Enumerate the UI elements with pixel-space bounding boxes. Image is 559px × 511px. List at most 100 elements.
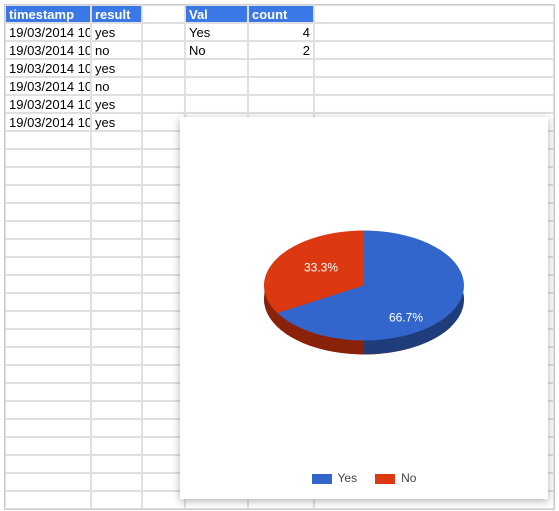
cell-result[interactable]: no [91,41,142,59]
empty-cell[interactable] [91,347,142,365]
cell-timestamp[interactable]: 19/03/2014 10: [5,59,91,77]
empty-cell[interactable] [5,185,91,203]
cell-val[interactable]: No [185,41,248,59]
empty-cell[interactable] [142,437,185,455]
empty-cell[interactable] [91,329,142,347]
empty-cell[interactable] [142,383,185,401]
cell-timestamp[interactable]: 19/03/2014 10: [5,23,91,41]
empty-cell[interactable] [5,239,91,257]
empty-cell[interactable] [314,59,554,77]
empty-cell[interactable] [142,329,185,347]
empty-cell[interactable] [142,77,185,95]
empty-cell[interactable] [142,203,185,221]
empty-cell[interactable] [142,455,185,473]
empty-cell[interactable] [142,149,185,167]
empty-cell[interactable] [91,167,142,185]
empty-cell[interactable] [5,365,91,383]
empty-cell[interactable] [91,203,142,221]
empty-cell[interactable] [91,239,142,257]
empty-cell[interactable] [314,95,554,113]
cell-result[interactable]: yes [91,23,142,41]
empty-cell[interactable] [91,401,142,419]
empty-cell[interactable] [248,77,314,95]
empty-cell[interactable] [5,401,91,419]
empty-cell[interactable] [142,221,185,239]
empty-cell[interactable] [5,329,91,347]
cell-val[interactable]: Yes [185,23,248,41]
empty-cell[interactable] [185,77,248,95]
empty-cell[interactable] [248,59,314,77]
cell-timestamp[interactable]: 19/03/2014 10: [5,41,91,59]
empty-cell[interactable] [142,293,185,311]
cell-count[interactable]: 4 [248,23,314,41]
empty-cell[interactable] [91,185,142,203]
empty-cell[interactable] [5,293,91,311]
empty-cell[interactable] [142,41,185,59]
cell-result[interactable]: no [91,77,142,95]
empty-cell[interactable] [91,383,142,401]
empty-cell[interactable] [142,311,185,329]
empty-cell[interactable] [142,131,185,149]
empty-cell[interactable] [5,455,91,473]
empty-cell[interactable] [5,437,91,455]
empty-cell[interactable] [142,239,185,257]
empty-cell[interactable] [91,437,142,455]
empty-cell[interactable] [185,59,248,77]
cell-result[interactable]: yes [91,95,142,113]
empty-cell[interactable] [91,455,142,473]
empty-cell[interactable] [91,131,142,149]
empty-cell[interactable] [91,311,142,329]
cell-result[interactable]: yes [91,59,142,77]
col-header-timestamp[interactable]: timestamp [5,5,91,23]
empty-cell[interactable] [5,149,91,167]
empty-cell[interactable] [142,95,185,113]
empty-cell[interactable] [5,203,91,221]
empty-cell[interactable] [91,221,142,239]
empty-cell[interactable] [142,491,185,509]
empty-cell[interactable] [5,131,91,149]
empty-cell[interactable] [142,167,185,185]
empty-cell[interactable] [91,365,142,383]
empty-cell[interactable] [142,23,185,41]
col-header-result[interactable]: result [91,5,142,23]
col-header-val[interactable]: Val [185,5,248,23]
empty-cell[interactable] [314,5,554,23]
empty-cell[interactable] [5,311,91,329]
empty-cell[interactable] [5,221,91,239]
empty-cell[interactable] [142,5,185,23]
empty-cell[interactable] [142,257,185,275]
empty-cell[interactable] [5,473,91,491]
empty-cell[interactable] [5,491,91,509]
cell-result[interactable]: yes [91,113,142,131]
empty-cell[interactable] [5,257,91,275]
empty-cell[interactable] [314,41,554,59]
empty-cell[interactable] [142,401,185,419]
cell-timestamp[interactable]: 19/03/2014 10: [5,113,91,131]
empty-cell[interactable] [142,275,185,293]
empty-cell[interactable] [91,257,142,275]
empty-cell[interactable] [91,473,142,491]
cell-timestamp[interactable]: 19/03/2014 10: [5,95,91,113]
empty-cell[interactable] [142,473,185,491]
empty-cell[interactable] [5,383,91,401]
cell-timestamp[interactable]: 19/03/2014 10: [5,77,91,95]
empty-cell[interactable] [91,491,142,509]
empty-cell[interactable] [91,149,142,167]
empty-cell[interactable] [314,23,554,41]
empty-cell[interactable] [142,59,185,77]
empty-cell[interactable] [5,347,91,365]
empty-cell[interactable] [5,275,91,293]
empty-cell[interactable] [142,419,185,437]
empty-cell[interactable] [5,167,91,185]
empty-cell[interactable] [314,77,554,95]
empty-cell[interactable] [142,365,185,383]
cell-count[interactable]: 2 [248,41,314,59]
empty-cell[interactable] [91,293,142,311]
empty-cell[interactable] [142,347,185,365]
empty-cell[interactable] [5,419,91,437]
empty-cell[interactable] [91,419,142,437]
col-header-count[interactable]: count [248,5,314,23]
pie-chart-card[interactable]: 33.3% 66.7% Yes No [180,117,548,499]
empty-cell[interactable] [91,275,142,293]
empty-cell[interactable] [142,113,185,131]
